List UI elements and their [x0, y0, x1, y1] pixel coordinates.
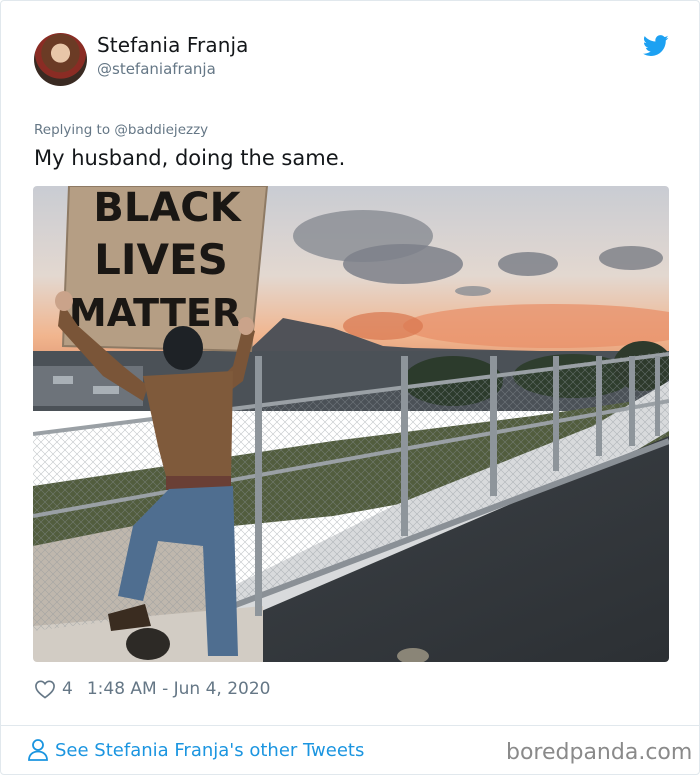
tweet-text: My husband, doing the same. — [34, 146, 346, 170]
tweet-meta: 4 1:48 AM - Jun 4, 2020 — [34, 677, 271, 701]
tweet-photo[interactable]: BLACK LIVES MATTER — [33, 186, 669, 662]
heart-icon[interactable] — [34, 679, 56, 699]
sign-line-2: LIVES — [94, 235, 228, 284]
sign-line-3: MATTER — [69, 291, 241, 335]
avatar[interactable] — [34, 33, 87, 86]
see-other-tweets-label[interactable]: See Stefania Franja's other Tweets — [55, 740, 364, 761]
author-name[interactable]: Stefania Franja — [97, 33, 249, 57]
divider — [1, 725, 700, 726]
tweet-card: Stefania Franja @stefaniafranja Replying… — [0, 0, 700, 775]
watermark: boredpanda.com — [506, 740, 693, 765]
twitter-bird-icon[interactable] — [643, 35, 669, 57]
person-icon — [28, 739, 48, 761]
like-count[interactable]: 4 — [62, 679, 73, 699]
timestamp[interactable]: 1:48 AM - Jun 4, 2020 — [87, 679, 271, 699]
replying-to[interactable]: Replying to @baddiejezzy — [34, 122, 208, 138]
protest-photo-illustration: BLACK LIVES MATTER — [33, 186, 669, 662]
sign-line-1: BLACK — [93, 186, 242, 231]
protest-sign: BLACK LIVES MATTER — [61, 186, 269, 353]
see-other-tweets-link[interactable]: See Stefania Franja's other Tweets — [27, 738, 364, 762]
author-handle[interactable]: @stefaniafranja — [97, 60, 216, 78]
